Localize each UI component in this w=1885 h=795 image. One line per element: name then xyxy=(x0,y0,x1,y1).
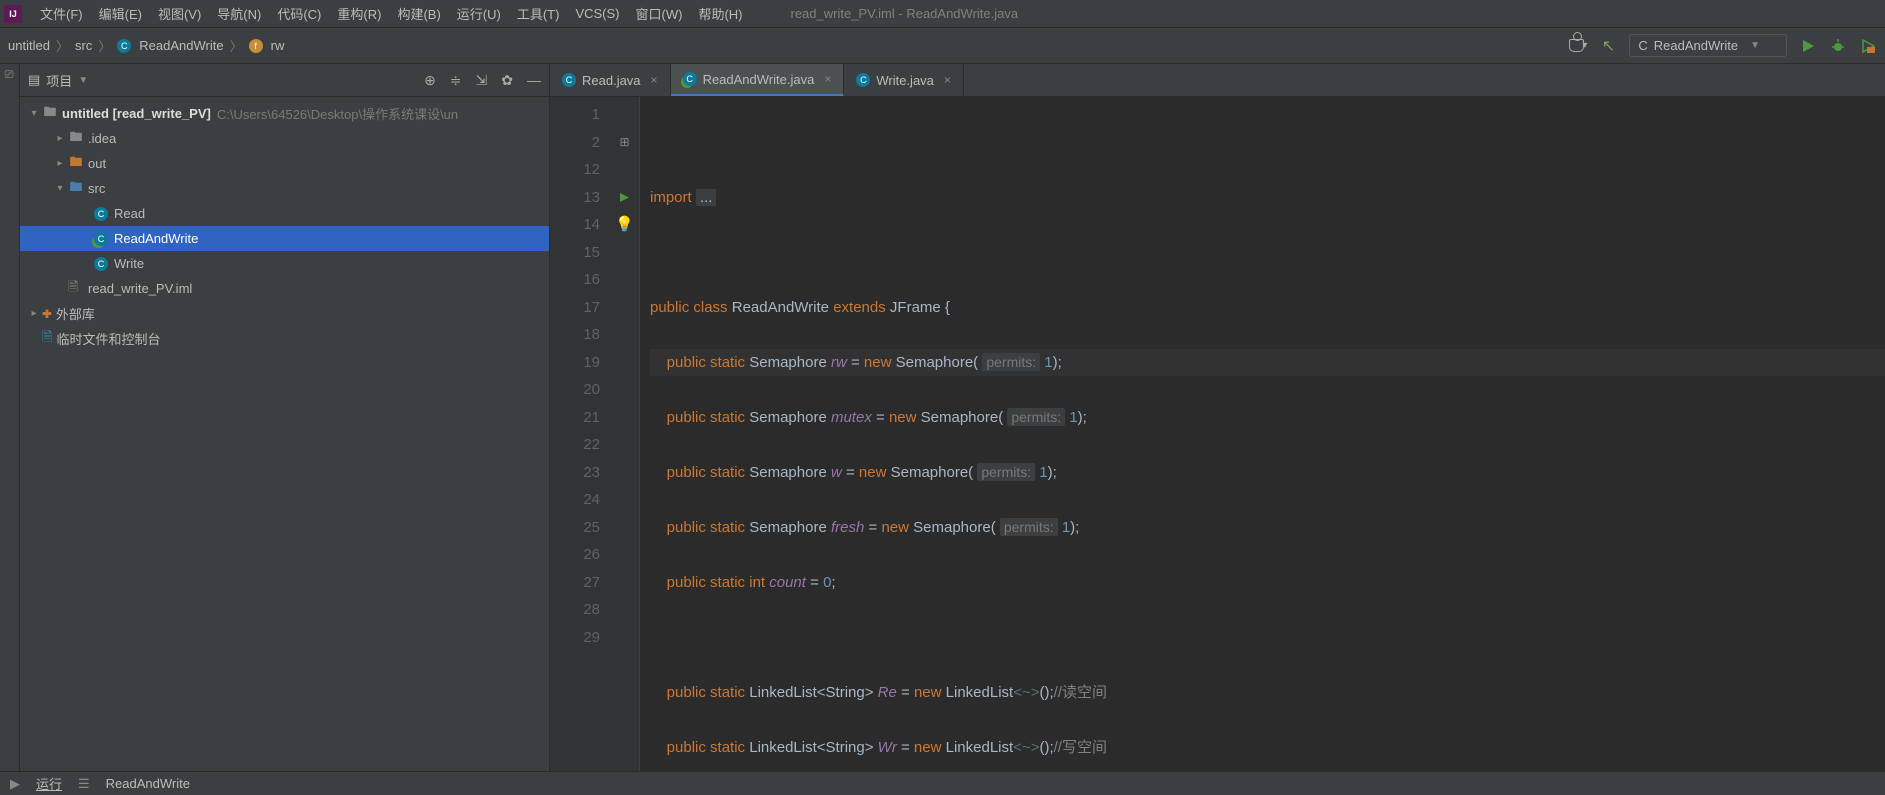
run-coverage-button[interactable] xyxy=(1859,37,1877,55)
project-view-icon: ▤ xyxy=(28,72,40,88)
collapse-all-icon[interactable]: ⇲ xyxy=(476,72,488,89)
tree-root[interactable]: ▾ 🖿 untitled [read_write_PV] C:\Users\64… xyxy=(20,101,549,126)
run-button[interactable] xyxy=(1799,37,1817,55)
close-icon[interactable]: × xyxy=(824,72,831,86)
menu-edit[interactable]: 编辑(E) xyxy=(91,4,150,23)
class-icon: C xyxy=(562,73,576,87)
run-gutter-icon[interactable] xyxy=(619,192,630,203)
close-icon[interactable]: × xyxy=(651,73,658,87)
scratch-icon: 🗎 xyxy=(42,328,52,350)
breadcrumb-item[interactable]: rw xyxy=(271,38,285,53)
tree-node-src[interactable]: ▾🖿 src xyxy=(20,176,549,201)
field-icon: f xyxy=(249,39,263,53)
menu-bar: IJ 文件(F) 编辑(E) 视图(V) 导航(N) 代码(C) 重构(R) 构… xyxy=(0,0,1885,28)
class-icon: C xyxy=(94,257,108,271)
menu-help[interactable]: 帮助(H) xyxy=(690,4,750,23)
menu-file[interactable]: 文件(F) xyxy=(32,4,91,23)
tree-node-read[interactable]: C Read xyxy=(20,201,549,226)
tree-node-out[interactable]: ▸🖿 out xyxy=(20,151,549,176)
menu-view[interactable]: 视图(V) xyxy=(150,4,209,23)
user-icon[interactable]: ▾ xyxy=(1569,37,1587,55)
fold-icon[interactable]: ⊞ xyxy=(619,129,629,157)
app-logo: IJ xyxy=(4,5,22,23)
folder-icon: 🖿 xyxy=(68,157,84,171)
status-context: ReadAndWrite xyxy=(106,776,190,791)
breadcrumb: untitled 〉 src 〉 C ReadAndWrite 〉 f rw xyxy=(8,36,284,55)
library-icon: 🞧 xyxy=(42,306,52,322)
tree-node-scratches[interactable]: 🗎 临时文件和控制台 xyxy=(20,326,549,351)
tree-node-idea[interactable]: ▸🖿 .idea xyxy=(20,126,549,151)
chevron-down-icon: ▼ xyxy=(1750,40,1760,51)
tab-readwrite[interactable]: C ReadAndWrite.java× xyxy=(671,64,845,96)
status-run-label: 运行 xyxy=(36,774,62,793)
tree-node-iml[interactable]: 🗎 read_write_PV.iml xyxy=(20,276,549,301)
run-config-select[interactable]: C ReadAndWrite ▼ xyxy=(1629,34,1787,57)
breadcrumb-item[interactable]: untitled xyxy=(8,38,50,53)
project-panel-title: 项目 xyxy=(46,71,72,90)
build-button[interactable]: ↖ xyxy=(1599,37,1617,55)
menu-navigate[interactable]: 导航(N) xyxy=(209,4,269,23)
close-icon[interactable]: × xyxy=(944,73,951,87)
folder-icon: 🖿 xyxy=(68,182,84,196)
bulb-icon[interactable]: 💡 xyxy=(615,211,634,239)
status-bar: ▶ 运行 ☰ ReadAndWrite xyxy=(0,771,1885,795)
class-icon: C xyxy=(117,39,131,53)
status-context-icon: ☰ xyxy=(78,776,90,792)
class-icon: C xyxy=(683,72,697,86)
breadcrumb-separator: 〉 xyxy=(230,36,243,55)
tree-node-readwrite[interactable]: C ReadAndWrite xyxy=(20,226,549,251)
class-icon: C xyxy=(94,207,108,221)
tool-window-stripe: ⎚ xyxy=(0,64,20,771)
tree-node-write[interactable]: C Write xyxy=(20,251,549,276)
tab-write[interactable]: C Write.java× xyxy=(844,64,964,96)
project-panel: ▤ 项目 ▼ ⊕ ≑ ⇲ ✿ — ▾ 🖿 untitled [read_writ… xyxy=(20,64,550,771)
hide-icon[interactable]: — xyxy=(527,72,541,88)
menu-run[interactable]: 运行(U) xyxy=(449,4,509,23)
menu-vcs[interactable]: VCS(S) xyxy=(567,6,627,21)
project-tree[interactable]: ▾ 🖿 untitled [read_write_PV] C:\Users\64… xyxy=(20,97,549,771)
code-text[interactable]: import ... public class ReadAndWrite ext… xyxy=(640,97,1885,771)
menu-refactor[interactable]: 重构(R) xyxy=(329,4,389,23)
class-icon: C xyxy=(94,232,108,246)
code-area[interactable]: 12121314151617181920212223242526272829 ⊞… xyxy=(550,97,1885,771)
tab-read[interactable]: C Read.java× xyxy=(550,64,671,96)
file-icon: 🗎 xyxy=(68,278,84,300)
window-title: read_write_PV.iml - ReadAndWrite.java xyxy=(790,6,1018,21)
folder-icon: 🖿 xyxy=(42,107,58,121)
menu-code[interactable]: 代码(C) xyxy=(269,4,329,23)
icon-gutter: ⊞ 💡 xyxy=(610,97,640,771)
line-number-gutter: 12121314151617181920212223242526272829 xyxy=(550,97,610,771)
expand-all-icon[interactable]: ≑ xyxy=(450,72,462,89)
class-icon: C xyxy=(856,73,870,87)
editor: C Read.java× C ReadAndWrite.java× C Writ… xyxy=(550,64,1885,771)
gear-icon[interactable]: ✿ xyxy=(501,72,513,89)
structure-tool-button[interactable]: ⎚ xyxy=(4,70,16,81)
breadcrumb-item[interactable]: ReadAndWrite xyxy=(139,38,223,53)
breadcrumb-separator: 〉 xyxy=(98,36,111,55)
locate-icon[interactable]: ⊕ xyxy=(424,72,436,89)
tree-node-external-libs[interactable]: ▸🞧 外部库 xyxy=(20,301,549,326)
navigation-bar: untitled 〉 src 〉 C ReadAndWrite 〉 f rw ▾… xyxy=(0,28,1885,64)
run-config-label: ReadAndWrite xyxy=(1654,38,1738,53)
chevron-down-icon[interactable]: ▼ xyxy=(78,75,88,86)
folder-icon: 🖿 xyxy=(68,132,84,146)
breadcrumb-separator: 〉 xyxy=(56,36,69,55)
menu-build[interactable]: 构建(B) xyxy=(389,4,448,23)
breadcrumb-item[interactable]: src xyxy=(75,38,92,53)
menu-tools[interactable]: 工具(T) xyxy=(509,4,568,23)
menu-window[interactable]: 窗口(W) xyxy=(628,4,691,23)
class-icon: C xyxy=(1638,38,1647,53)
debug-button[interactable] xyxy=(1829,37,1847,55)
editor-tabs: C Read.java× C ReadAndWrite.java× C Writ… xyxy=(550,64,1885,97)
